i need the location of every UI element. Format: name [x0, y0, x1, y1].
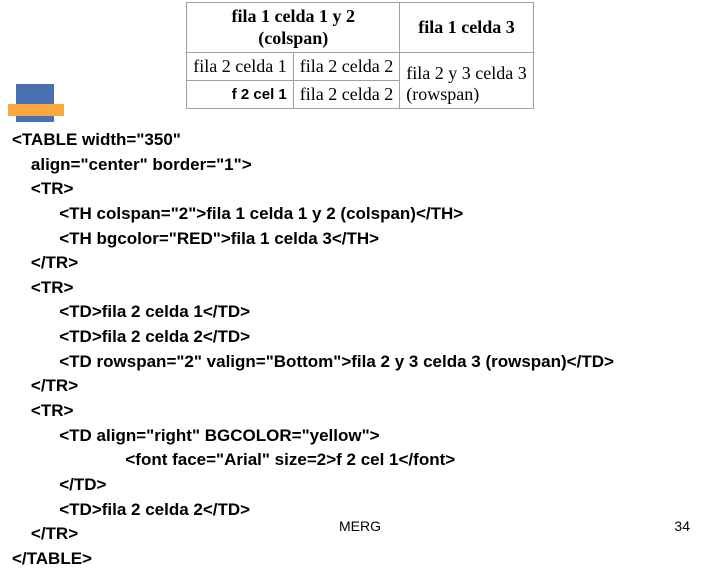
cell-r23c3: fila 2 y 3 celda 3 (rowspan) — [400, 53, 533, 109]
code-line: <TR> — [12, 278, 73, 297]
code-line: <TD>fila 2 celda 2</TD> — [12, 500, 250, 519]
code-line: <TABLE width="350" — [12, 130, 181, 149]
cell-text: fila 1 celda 1 y 2 — [232, 6, 356, 26]
code-line: <TR> — [12, 401, 73, 420]
code-line: </TR> — [12, 253, 78, 272]
cell-text: fila 2 y 3 celda 3 — [406, 63, 526, 83]
cell-r1c12: fila 1 celda 1 y 2 (colspan) — [187, 3, 400, 53]
cell-r2c1: fila 2 celda 1 — [187, 53, 293, 81]
cell-r1c3: fila 1 celda 3 — [400, 3, 533, 53]
code-line: <TD rowspan="2" valign="Bottom">fila 2 y… — [12, 352, 614, 371]
code-line: </TABLE> — [12, 549, 92, 568]
code-line: <TH bgcolor="RED">fila 1 celda 3</TH> — [12, 229, 379, 248]
cell-text: (colspan) — [258, 28, 328, 48]
code-line: <font face="Arial" size=2>f 2 cel 1</fon… — [12, 450, 455, 469]
code-line: <TD align="right" BGCOLOR="yellow"> — [12, 426, 380, 445]
code-line: <TR> — [12, 179, 73, 198]
code-line: <TD>fila 2 celda 2</TD> — [12, 327, 250, 346]
code-listing: <TABLE width="350" align="center" border… — [12, 128, 718, 572]
cell-text: (rowspan) — [406, 84, 479, 104]
code-line: align="center" border="1"> — [12, 155, 252, 174]
code-line: </TR> — [12, 376, 78, 395]
example-table-wrapper: fila 1 celda 1 y 2 (colspan) fila 1 celd… — [0, 2, 720, 109]
code-line: </TD> — [12, 475, 106, 494]
code-line: </TR> — [12, 524, 78, 543]
example-table: fila 1 celda 1 y 2 (colspan) fila 1 celd… — [186, 2, 533, 109]
cell-r3c2: fila 2 celda 2 — [293, 81, 399, 109]
table-row: fila 2 celda 1 fila 2 celda 2 fila 2 y 3… — [187, 53, 533, 81]
table-row: fila 1 celda 1 y 2 (colspan) fila 1 celd… — [187, 3, 533, 53]
code-line: <TD>fila 2 celda 1</TD> — [12, 302, 250, 321]
cell-r2c2: fila 2 celda 2 — [293, 53, 399, 81]
cell-r3c1: f 2 cel 1 — [187, 81, 293, 109]
code-line: <TH colspan="2">fila 1 celda 1 y 2 (cols… — [12, 204, 463, 223]
